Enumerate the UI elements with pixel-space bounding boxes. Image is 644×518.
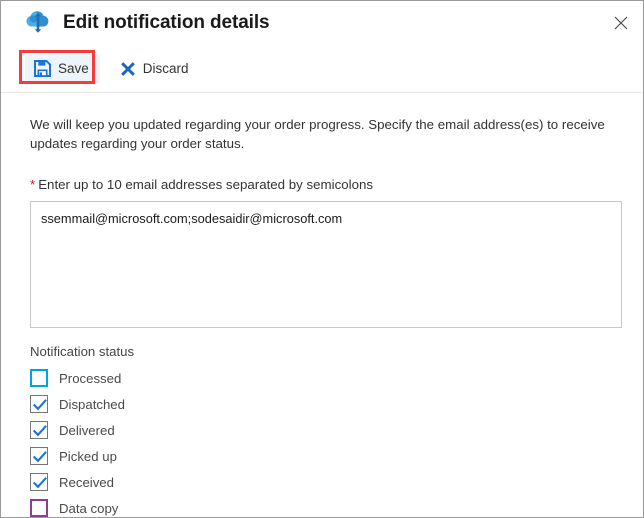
email-field-label-text: Enter up to 10 email addresses separated… <box>38 177 374 192</box>
save-floppy-icon <box>34 60 51 77</box>
checkbox-delivered[interactable] <box>30 421 48 439</box>
checkbox-label-delivered: Delivered <box>59 422 115 438</box>
checkbox-label-received: Received <box>59 474 114 490</box>
checkbox-row-delivered[interactable]: Delivered <box>30 417 621 443</box>
page-title: Edit notification details <box>63 12 270 33</box>
checkbox-label-processed: Processed <box>59 370 122 386</box>
cloud-sync-icon <box>23 8 63 38</box>
checkbox-row-data-copy[interactable]: Data copy <box>30 495 621 517</box>
close-icon[interactable] <box>605 7 637 39</box>
checkbox-data-copy[interactable] <box>30 499 48 517</box>
email-field-label: * Enter up to 10 email addresses separate… <box>30 177 621 193</box>
panel-body: We will keep you updated regarding your … <box>1 115 643 517</box>
checkbox-row-processed[interactable]: Processed <box>30 365 621 391</box>
command-bar: Save Discard <box>1 45 643 93</box>
discard-x-icon <box>120 61 136 77</box>
email-addresses-input[interactable] <box>30 201 622 328</box>
notification-status-list: Processed Dispatched Delivered Picked up… <box>30 365 621 517</box>
checkbox-processed[interactable] <box>30 369 48 387</box>
checkbox-row-picked-up[interactable]: Picked up <box>30 443 621 469</box>
discard-button[interactable]: Discard <box>112 55 197 83</box>
checkbox-picked-up[interactable] <box>30 447 48 465</box>
checkbox-row-received[interactable]: Received <box>30 469 621 495</box>
description-text: We will keep you updated regarding your … <box>30 117 605 151</box>
required-marker: * <box>30 177 36 192</box>
discard-button-label: Discard <box>142 61 189 76</box>
checkbox-label-dispatched: Dispatched <box>59 396 125 412</box>
save-button[interactable]: Save <box>25 54 100 83</box>
checkbox-received[interactable] <box>30 473 48 491</box>
save-button-label: Save <box>58 61 89 76</box>
notification-status-label: Notification status <box>30 344 135 359</box>
checkbox-row-dispatched[interactable]: Dispatched <box>30 391 621 417</box>
edit-notification-details-panel: Edit notification details Save Discard W… <box>0 0 644 518</box>
checkbox-label-picked-up: Picked up <box>59 448 117 464</box>
panel-header: Edit notification details <box>1 1 643 45</box>
checkbox-dispatched[interactable] <box>30 395 48 413</box>
checkbox-label-data-copy: Data copy <box>59 500 119 516</box>
